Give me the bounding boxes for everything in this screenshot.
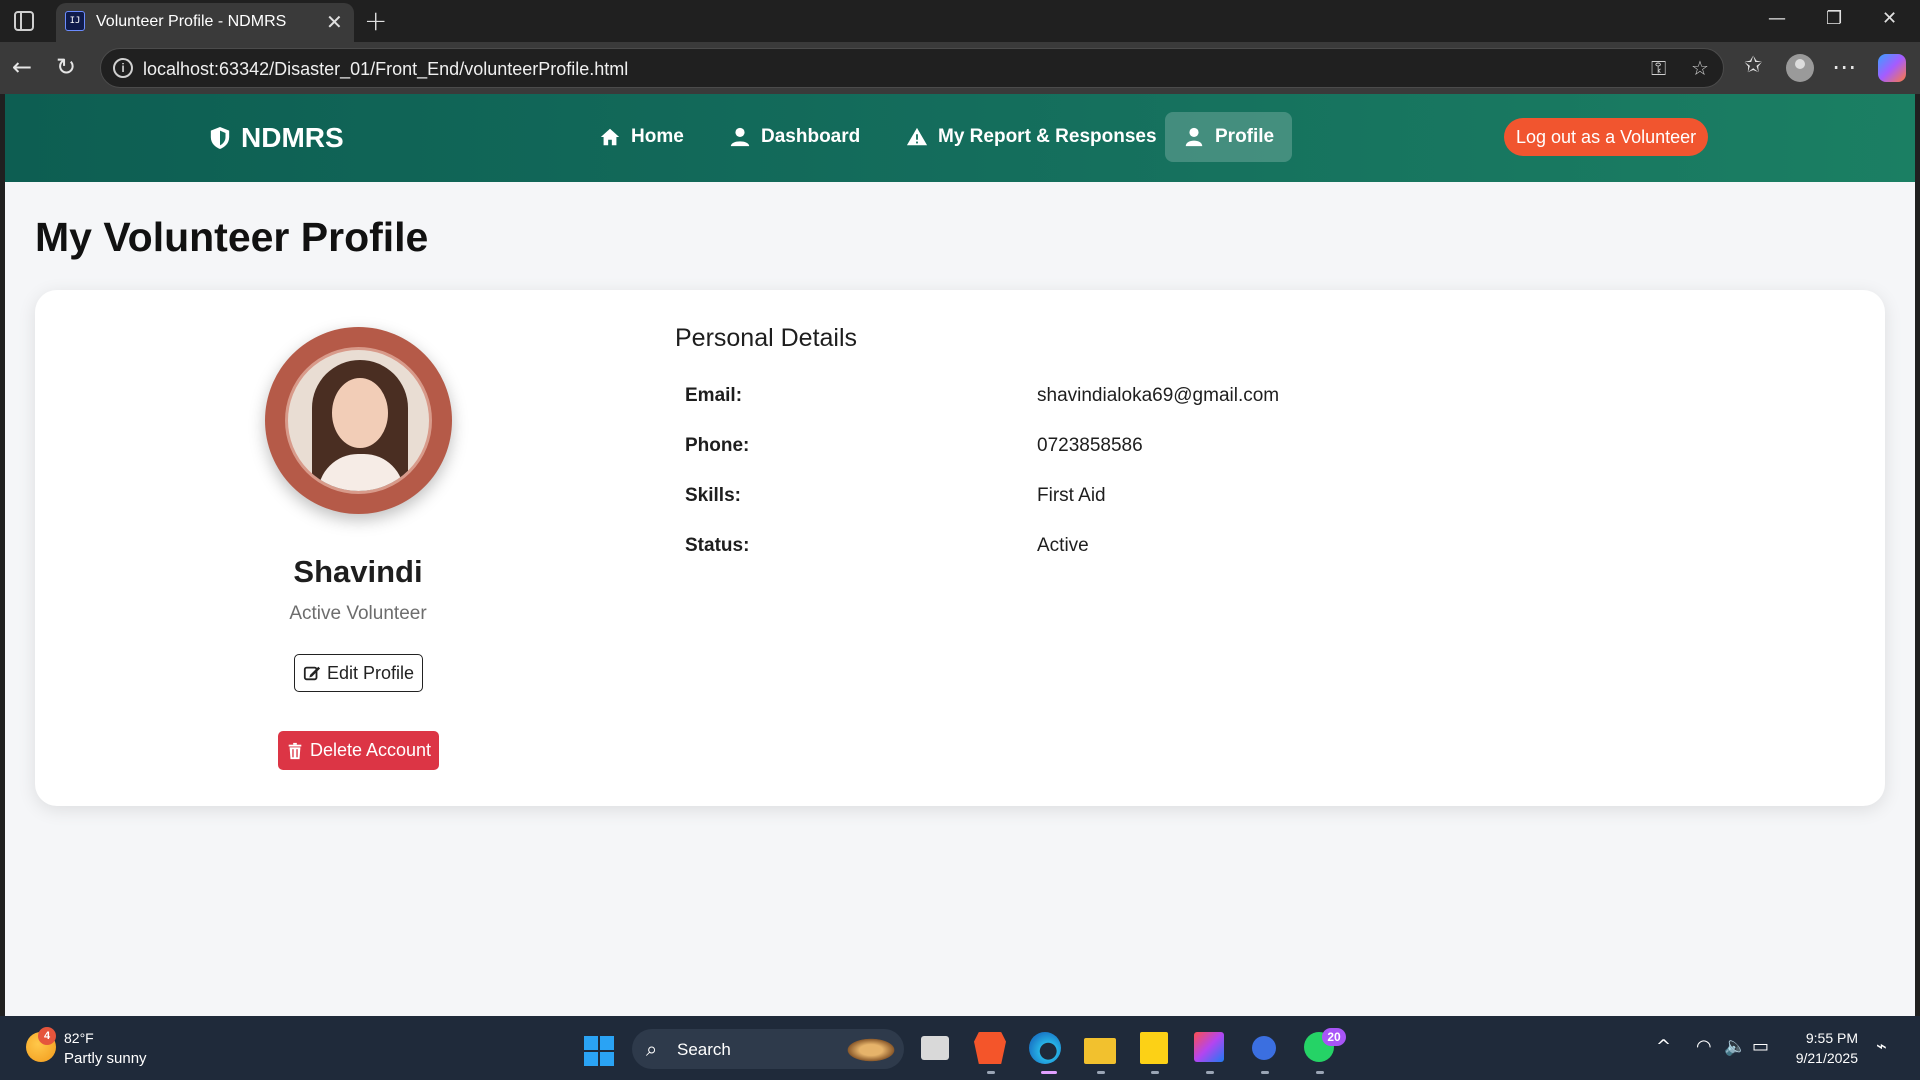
nav-profile-label: Profile [1215,126,1275,147]
profile-card: Shavindi Active Volunteer Edit Profile D… [35,290,1885,806]
weather-badge: 4 [38,1027,56,1045]
tab-close-icon[interactable]: ✕ [326,10,343,34]
edit-profile-label: Edit Profile [326,662,415,683]
detail-value: 0723858586 [1037,435,1143,456]
clock-time[interactable]: 9:55 PM [1776,1030,1858,1046]
edge-icon[interactable] [1029,1032,1061,1064]
favorite-star-icon[interactable]: ☆ [1691,56,1709,80]
volume-icon[interactable]: 🔈 [1724,1036,1746,1057]
home-icon [600,128,620,146]
chevron-up-icon[interactable]: ^ [1656,1036,1671,1057]
close-window-icon[interactable]: ✕ [1882,8,1897,29]
detail-row-phone: Phone: 0723858586 [685,435,1585,465]
detail-label: Status: [685,535,750,556]
search-icon: ⌕ [646,1037,658,1061]
app-icon[interactable] [1252,1036,1276,1060]
address-bar[interactable]: i localhost:63342/Disaster_01/Front_End/… [100,48,1724,88]
site-navbar: NDMRS Home Dashboard My Report & Respons… [5,94,1915,182]
nav-home[interactable]: Home [581,112,702,162]
file-explorer-icon[interactable] [1084,1038,1116,1064]
copilot-icon[interactable] [1878,54,1906,82]
edit-profile-button[interactable]: Edit Profile [294,654,423,692]
trash-icon [288,742,302,759]
page-viewport: NDMRS Home Dashboard My Report & Respons… [5,94,1915,1016]
favorites-icon[interactable]: ✩ [1744,53,1762,78]
whatsapp-badge: 20 [1322,1028,1346,1046]
taskbar: 4 82°F Partly sunny ⌕ Search 20 ^ ◠ 🔈 ▭ … [0,1016,1920,1080]
wifi-icon[interactable]: ◠ [1696,1036,1712,1057]
browser-tab-bar: IJ Volunteer Profile - NDMRS ✕ + — ❐ ✕ [0,0,1920,42]
browser-toolbar: ← ↻ i localhost:63342/Disaster_01/Front_… [0,42,1920,94]
delete-account-button[interactable]: Delete Account [278,731,439,770]
logout-button[interactable]: Log out as a Volunteer [1504,118,1709,156]
tab-title: Volunteer Profile - NDMRS [96,13,287,30]
user-icon [1185,127,1203,147]
brand-name: NDMRS [241,122,344,153]
detail-label: Email: [685,385,743,406]
profile-avatar-icon[interactable] [1786,54,1814,82]
detail-value: First Aid [1037,485,1106,506]
profile-name: Shavindi [293,554,423,589]
url-text[interactable]: localhost:63342/Disaster_01/Front_End/vo… [143,59,628,80]
site-info-icon[interactable]: i [113,58,133,78]
tab-favicon-icon: IJ [65,11,85,31]
back-icon[interactable]: ← [12,53,32,81]
nav-dashboard[interactable]: Dashboard [711,112,878,162]
browser-tab[interactable]: IJ Volunteer Profile - NDMRS ✕ [56,3,354,42]
nav-reports[interactable]: My Report & Responses [888,112,1175,162]
restore-icon[interactable]: ❐ [1826,8,1842,29]
start-icon[interactable] [584,1036,614,1066]
more-menu-icon[interactable]: ⋯ [1832,53,1856,81]
detail-row-status: Status: Active [685,535,1585,565]
shield-icon [210,127,230,149]
page-title: My Volunteer Profile [35,214,429,260]
profile-role: Active Volunteer [289,603,427,624]
profile-photo [265,327,452,514]
detail-row-email: Email: shavindialoka69@gmail.com [685,385,1585,415]
personal-details-title: Personal Details [675,324,858,352]
avatar [285,347,432,494]
detail-label: Phone: [685,435,750,456]
taskbar-search[interactable]: ⌕ Search [632,1029,904,1069]
password-key-icon[interactable]: ⚿ [1651,56,1666,80]
warning-icon [906,127,928,146]
brand[interactable]: NDMRS [209,122,344,154]
minimize-icon[interactable]: — [1768,8,1786,29]
detail-label: Skills: [685,485,741,506]
edit-icon [303,666,321,681]
user-icon [730,127,750,147]
tab-actions-icon[interactable] [14,11,34,31]
detail-value: Active [1037,535,1089,556]
task-view-icon[interactable] [921,1036,949,1060]
nav-profile[interactable]: Profile [1165,112,1293,162]
nav-dashboard-label: Dashboard [761,126,861,147]
detail-row-skills: Skills: First Aid [685,485,1585,515]
weather-desc: Partly sunny [64,1050,147,1067]
reload-icon[interactable]: ↻ [56,53,76,81]
search-label: Search [677,1040,731,1059]
sticky-notes-icon[interactable] [1140,1032,1168,1064]
saturn-icon [844,1037,898,1063]
delete-account-label: Delete Account [309,740,432,760]
brave-icon[interactable] [974,1032,1006,1064]
weather-temp: 82°F [64,1030,94,1046]
clock-date[interactable]: 9/21/2025 [1776,1050,1858,1066]
new-tab-icon[interactable]: + [364,4,387,37]
notification-bell-icon[interactable]: ⌁ [1876,1036,1887,1057]
nav-reports-label: My Report & Responses [938,126,1157,147]
intellij-icon[interactable] [1194,1032,1224,1062]
detail-value: shavindialoka69@gmail.com [1037,385,1280,406]
battery-icon[interactable]: ▭ [1752,1036,1769,1057]
nav-home-label: Home [631,126,684,147]
